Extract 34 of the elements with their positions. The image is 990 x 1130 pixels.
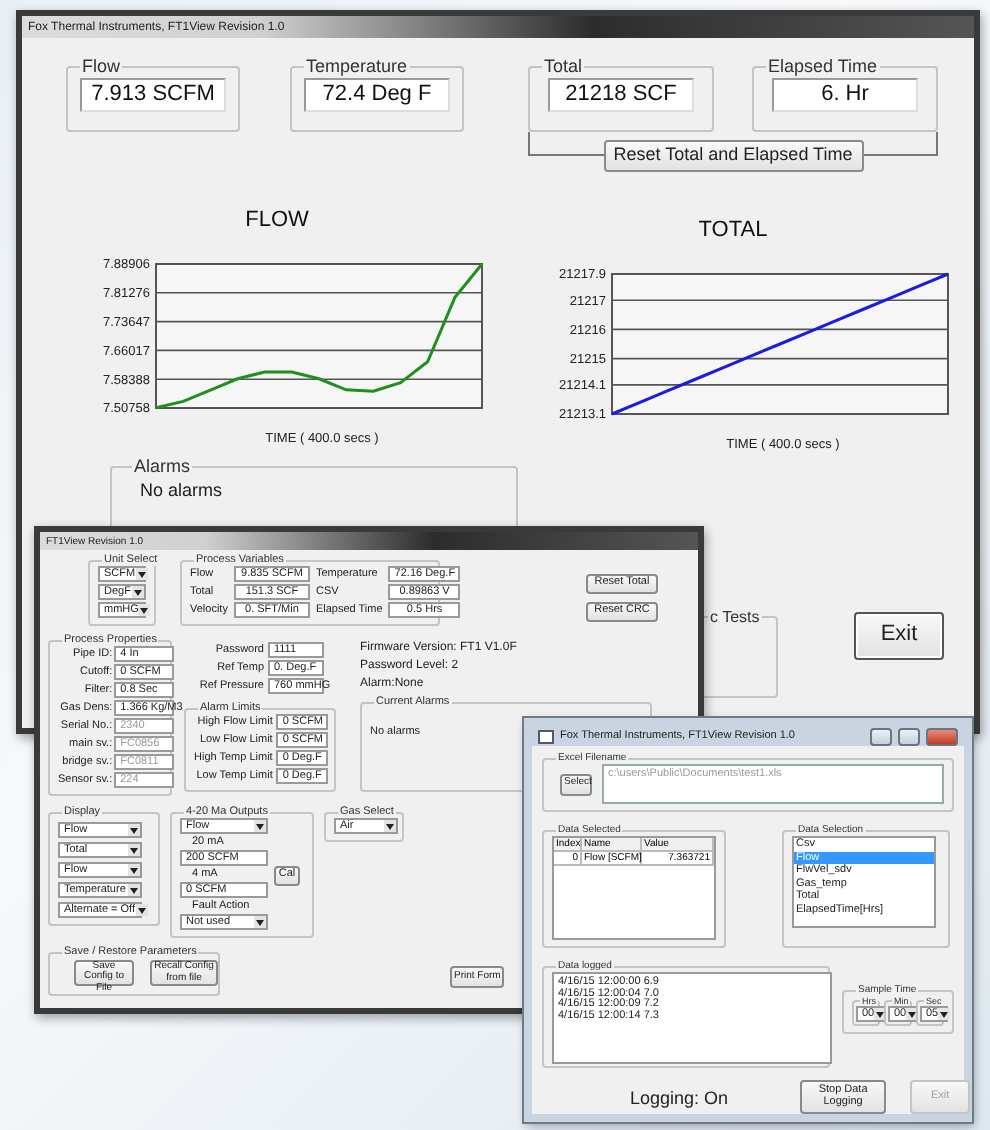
group-title: Alarms [132, 456, 193, 476]
caret-icon [130, 847, 138, 853]
readout-field: 21218 SCF [548, 78, 694, 112]
maximize-button[interactable] [898, 727, 920, 745]
alarm-message: No alarms [138, 478, 225, 504]
readout-field: 6. Hr [772, 78, 918, 112]
caret-icon [386, 823, 394, 829]
caret-icon [256, 823, 264, 829]
readout-field: 7.913 SCFM [80, 78, 226, 112]
caret-icon [940, 1011, 949, 1017]
close-button[interactable] [926, 727, 958, 745]
group-title: Elapsed Time [766, 56, 880, 76]
window-icon [538, 729, 554, 743]
readout-field: 72.4 Deg F [304, 78, 450, 112]
caret-icon [130, 887, 138, 893]
logging-status: Logging: On [628, 1087, 729, 1107]
caret-icon [130, 867, 138, 873]
group-title: Total [542, 56, 585, 76]
caret-icon [908, 1011, 917, 1017]
caret-icon [876, 1011, 885, 1017]
caret-icon [137, 571, 146, 577]
caret-icon [137, 907, 146, 913]
caret-icon [140, 607, 149, 613]
caret-icon [134, 589, 142, 595]
group-title: Temperature [304, 56, 410, 76]
reset-button[interactable]: Reset Total and Elapsed Time [603, 140, 863, 172]
exit-button[interactable]: Exit [854, 612, 944, 660]
caret-icon [130, 827, 138, 833]
chart-title: FLOW [245, 208, 309, 232]
group-title: c Tests [708, 608, 762, 626]
caret-icon [256, 919, 264, 925]
group-title: Flow [80, 56, 123, 76]
chart-title: TOTAL [698, 218, 768, 242]
minimize-button[interactable] [870, 727, 892, 745]
